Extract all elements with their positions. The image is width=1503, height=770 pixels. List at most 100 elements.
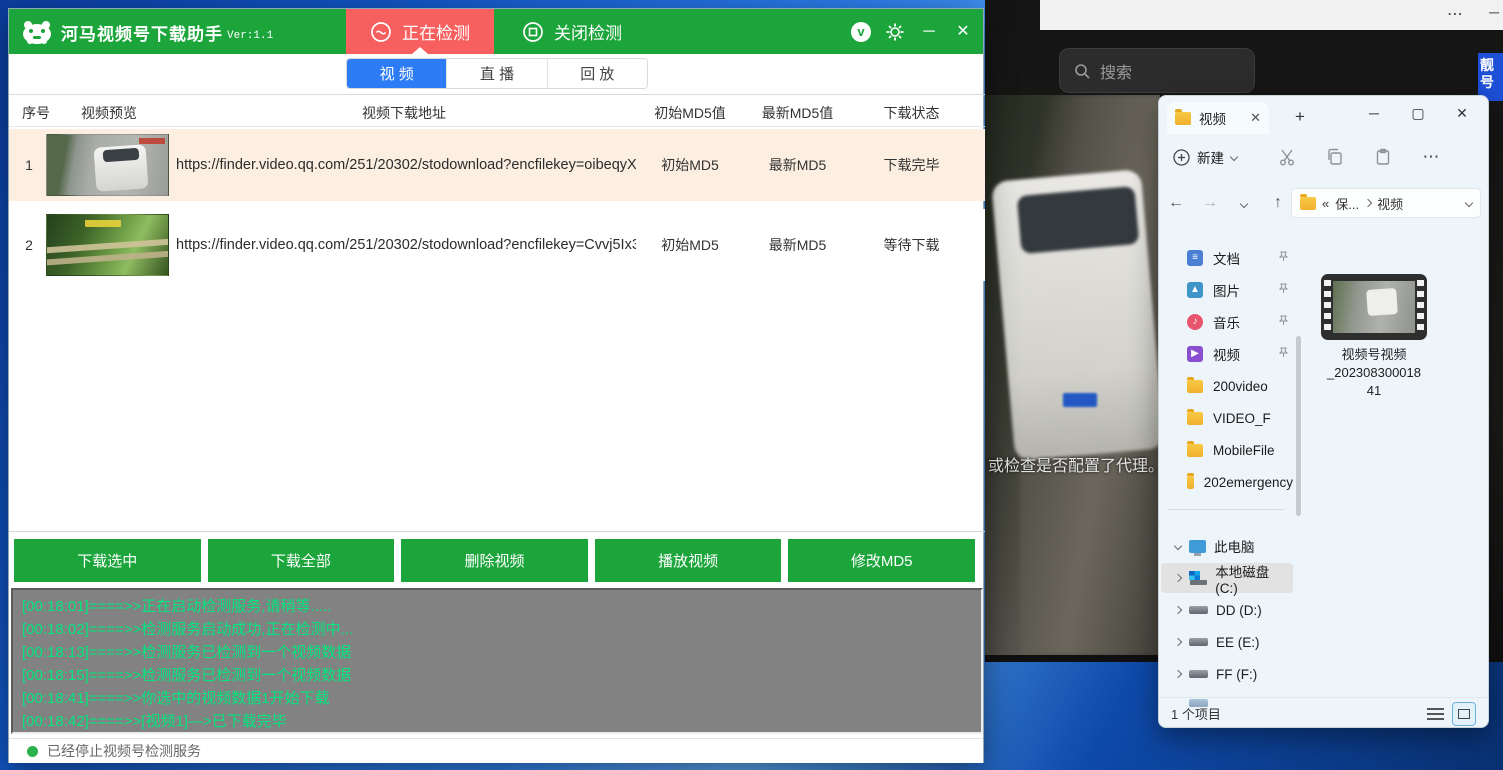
file-item[interactable]: 视频号视频 _202308300018 41 xyxy=(1309,274,1439,400)
latest-md5: 最新MD5 xyxy=(741,209,854,281)
videos-icon: ▶ xyxy=(1187,346,1203,362)
minimize-icon[interactable]: ─ xyxy=(917,20,941,44)
col-md5-init: 初始MD5值 xyxy=(639,103,741,123)
history-chevron-icon[interactable] xyxy=(1227,194,1261,212)
table-row[interactable]: 1 https://finder.video.qq.com/251/20302/… xyxy=(9,129,985,201)
log-line: [00:18:01]====>>正在启动检测服务,请稍等..... xyxy=(22,595,972,618)
sidebar-item-drive-e[interactable]: EE (E:) xyxy=(1161,627,1293,657)
address-box[interactable]: « 保... 视频 xyxy=(1291,188,1481,218)
action-button-row: 下载选中 下载全部 删除视频 播放视频 修改MD5 xyxy=(9,539,985,582)
sidebar-item-folder[interactable]: VIDEO_F xyxy=(1161,403,1293,433)
chevron-right-icon[interactable] xyxy=(1174,670,1182,678)
forward-icon[interactable]: → xyxy=(1193,194,1227,212)
modify-md5-button[interactable]: 修改MD5 xyxy=(788,539,975,582)
col-url: 视频下载地址 xyxy=(169,103,639,123)
breadcrumb-parent[interactable]: 保... xyxy=(1335,194,1359,213)
initial-md5: 初始MD5 xyxy=(639,129,741,201)
search-input[interactable]: 搜索 xyxy=(1059,48,1255,93)
explorer-tab[interactable]: 视频 ✕ xyxy=(1167,102,1269,134)
chevron-right-icon[interactable] xyxy=(1174,606,1182,614)
car-window-shape xyxy=(1017,186,1140,254)
cut-icon[interactable] xyxy=(1263,148,1311,166)
sidebar-item-pictures[interactable]: ▲ 图片 xyxy=(1161,275,1293,305)
status-dot xyxy=(27,746,38,757)
large-icons-view-icon[interactable] xyxy=(1452,702,1476,726)
delete-video-button[interactable]: 删除视频 xyxy=(401,539,588,582)
close-detect-button[interactable]: 关闭检测 xyxy=(496,9,648,54)
folder-icon xyxy=(1300,197,1316,210)
chat-detect-icon xyxy=(370,21,392,43)
play-video-button[interactable]: 播放视频 xyxy=(595,539,782,582)
sidebar-scrollbar[interactable] xyxy=(1296,241,1301,691)
sidebar-item-videos[interactable]: ▶ 视频 xyxy=(1161,339,1293,369)
folder-icon xyxy=(1187,412,1203,425)
log-line: [00:18:15]====>>检测服务已检测到一个视频数据 xyxy=(22,664,972,687)
up-icon[interactable]: ↑ xyxy=(1261,194,1295,212)
log-line: [00:18:42]====>>[视频1]—>已下载完毕 xyxy=(22,710,972,733)
sidebar-item-this-pc[interactable]: 此电脑 xyxy=(1161,531,1293,561)
copy-icon[interactable] xyxy=(1311,148,1359,166)
gear-icon[interactable] xyxy=(883,20,907,44)
background-video-frame xyxy=(985,95,1160,655)
thumb-bridge-shape xyxy=(46,238,169,253)
minimize-icon[interactable]: ─ xyxy=(1352,96,1396,130)
update-icon[interactable]: v xyxy=(849,20,873,44)
plus-circle-icon xyxy=(1173,149,1190,166)
close-tab-icon[interactable]: ✕ xyxy=(1250,110,1261,126)
more-icon[interactable]: ⋯ xyxy=(1447,4,1465,24)
app-version: Ver:1.1 xyxy=(227,30,273,42)
paste-icon[interactable] xyxy=(1359,148,1407,166)
drive-icon xyxy=(1189,638,1208,646)
maximize-icon[interactable]: ▢ xyxy=(1396,96,1440,130)
new-button[interactable]: 新建 xyxy=(1173,147,1237,167)
new-tab-button[interactable]: + xyxy=(1287,104,1313,130)
table-bottom-border xyxy=(9,531,985,532)
details-view-icon[interactable] xyxy=(1427,708,1444,720)
video-file-icon xyxy=(1321,274,1427,340)
sidebar-item-documents[interactable]: ≡ 文档 xyxy=(1161,243,1293,273)
minimize-icon[interactable]: ─ xyxy=(1489,4,1499,20)
close-icon[interactable]: ✕ xyxy=(951,20,975,44)
downloader-window: 河马视频号下载助手 Ver:1.1 正在检测 关闭检测 v xyxy=(8,8,984,763)
video-thumbnail[interactable] xyxy=(46,214,169,276)
pictures-icon: ▲ xyxy=(1187,282,1203,298)
col-status: 下载状态 xyxy=(854,103,969,123)
log-line: [00:18:02]====>>检测服务启动成功,正在检测中... xyxy=(22,618,972,641)
latest-md5: 最新MD5 xyxy=(741,129,854,201)
download-status: 等待下载 xyxy=(854,209,969,281)
stop-detect-icon xyxy=(522,21,544,43)
chevron-down-icon[interactable] xyxy=(1174,542,1182,550)
content-tabs: 视 频 直 播 回 放 xyxy=(346,58,648,89)
sidebar-item-folder[interactable]: 202emergency xyxy=(1161,467,1293,497)
log-line: [00:18:41]====>>你选中的视频数据1开始下载 xyxy=(22,687,972,710)
table-header: 序号 视频预览 视频下载地址 初始MD5值 最新MD5值 下载状态 xyxy=(9,94,985,127)
back-icon[interactable]: ← xyxy=(1159,194,1193,212)
close-icon[interactable]: ✕ xyxy=(1440,96,1484,130)
breadcrumb-current[interactable]: 视频 xyxy=(1377,194,1403,213)
sidebar-item-drive-f[interactable]: FF (F:) xyxy=(1161,659,1293,689)
more-icon[interactable]: ⋯ xyxy=(1407,147,1455,167)
col-index: 序号 xyxy=(22,103,50,123)
sidebar-item-drive-c[interactable]: 本地磁盘 (C:) xyxy=(1161,563,1293,593)
sidebar-item-drive-d[interactable]: DD (D:) xyxy=(1161,595,1293,625)
table-row[interactable]: 2 https://finder.video.qq.com/251/20302/… xyxy=(9,209,985,281)
download-all-button[interactable]: 下载全部 xyxy=(208,539,395,582)
sidebar-item-music[interactable]: ♪ 音乐 xyxy=(1161,307,1293,337)
log-console[interactable]: [00:18:01]====>>正在启动检测服务,请稍等..... [00:18… xyxy=(11,588,983,734)
chevron-right-icon[interactable] xyxy=(1174,638,1182,646)
video-thumbnail[interactable] xyxy=(46,134,169,196)
download-selected-button[interactable]: 下载选中 xyxy=(14,539,201,582)
sidebar-item-folder[interactable]: 200video xyxy=(1161,371,1293,401)
thumb-car-shape xyxy=(1366,288,1398,316)
system-drive-icon xyxy=(1189,571,1207,585)
chevron-down-icon[interactable] xyxy=(1465,199,1473,207)
tab-live[interactable]: 直 播 xyxy=(447,59,547,88)
sidebar-item-folder[interactable]: MobileFile xyxy=(1161,435,1293,465)
license-plate-shape xyxy=(1063,393,1097,407)
breadcrumb-overflow[interactable]: « xyxy=(1322,196,1329,211)
tab-video[interactable]: 视 频 xyxy=(347,59,447,88)
pin-icon xyxy=(1278,315,1289,326)
chevron-right-icon[interactable] xyxy=(1174,574,1182,582)
tab-replay[interactable]: 回 放 xyxy=(548,59,647,88)
tab-pointer-notch xyxy=(412,47,428,54)
